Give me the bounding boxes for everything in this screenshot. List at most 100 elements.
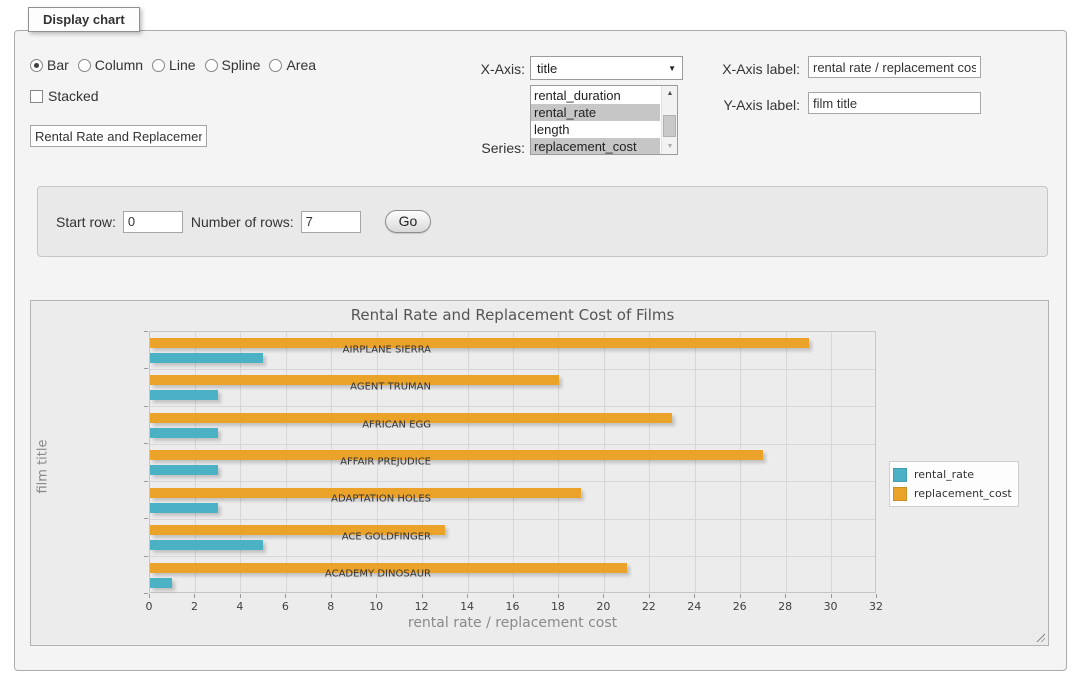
legend-item-rental_rate: rental_rate	[893, 465, 1012, 484]
num-rows-label: Number of rows:	[191, 214, 294, 230]
chart-title-input[interactable]	[30, 125, 207, 147]
category-label: AIRPLANE SIERRA	[343, 344, 431, 355]
radio-label: Line	[169, 57, 195, 73]
legend-label: rental_rate	[914, 468, 974, 481]
radio-icon[interactable]	[269, 59, 282, 72]
y-tick	[144, 593, 148, 594]
start-row-input[interactable]	[123, 211, 183, 233]
chart-title: Rental Rate and Replacement Cost of Film…	[149, 306, 876, 324]
x-tick	[603, 594, 604, 598]
x-tick-label: 22	[642, 600, 656, 613]
bar-rental_rate	[150, 578, 172, 588]
gridline	[786, 332, 787, 592]
y-tick	[144, 406, 148, 407]
series-option-rental_rate[interactable]: rental_rate	[531, 104, 660, 121]
scrollbar-thumb[interactable]	[663, 115, 676, 137]
x-tick	[694, 594, 695, 598]
gridline	[649, 332, 650, 592]
x-tick-label: 12	[415, 600, 429, 613]
gridline	[286, 332, 287, 592]
gridline	[150, 556, 875, 557]
x-tick	[649, 594, 650, 598]
category-label: AFRICAN EGG	[362, 419, 431, 430]
x-tick	[422, 594, 423, 598]
category-label: ADAPTATION HOLES	[331, 494, 431, 505]
radio-icon[interactable]	[78, 59, 91, 72]
chart-type-radio-area[interactable]: Area	[269, 57, 316, 73]
series-option-length[interactable]: length	[531, 121, 660, 138]
stacked-checkbox[interactable]	[30, 90, 43, 103]
bar-rental_rate	[150, 465, 218, 475]
y-tick	[144, 518, 148, 519]
radio-icon[interactable]	[30, 59, 43, 72]
gridline	[240, 332, 241, 592]
x-tick	[513, 594, 514, 598]
chart-type-radio-bar[interactable]: Bar	[30, 57, 69, 73]
x-tick	[285, 594, 286, 598]
y-tick	[144, 368, 148, 369]
x-tick-label: 4	[236, 600, 243, 613]
x-tick-label: 16	[506, 600, 520, 613]
x-axis-select[interactable]: title ▼	[530, 56, 683, 80]
y-axis-label-caption: Y-Axis label:	[690, 97, 800, 113]
gridline	[195, 332, 196, 592]
category-label: ACADEMY DINOSAUR	[325, 569, 431, 580]
gridline	[150, 444, 875, 445]
legend-item-replacement_cost: replacement_cost	[893, 484, 1012, 503]
x-tick-label: 32	[869, 600, 883, 613]
x-tick-label: 28	[778, 600, 792, 613]
x-tick	[376, 594, 377, 598]
scroll-up-icon[interactable]: ▲	[662, 86, 678, 101]
series-scrollbar[interactable]: ▲ ▼	[661, 86, 677, 154]
chart-type-radio-column[interactable]: Column	[78, 57, 143, 73]
gridline	[150, 369, 875, 370]
radio-icon[interactable]	[205, 59, 218, 72]
y-tick	[144, 443, 148, 444]
legend-swatch	[893, 487, 907, 501]
page: Display chart BarColumnLineSplineArea St…	[0, 0, 1081, 681]
y-axis-label-input[interactable]	[808, 92, 981, 114]
gridline	[150, 519, 875, 520]
radio-label: Column	[95, 57, 143, 73]
legend-label: replacement_cost	[914, 487, 1012, 500]
chart-type-radio-line[interactable]: Line	[152, 57, 195, 73]
x-tick	[467, 594, 468, 598]
y-tick	[144, 481, 148, 482]
gridline	[331, 332, 332, 592]
bar-replacement_cost	[150, 338, 809, 348]
x-axis-select-label: X-Axis:	[420, 61, 525, 77]
gridline	[558, 332, 559, 592]
gridline	[150, 481, 875, 482]
x-axis-selected-value: title	[537, 61, 557, 76]
x-axis-title: rental rate / replacement cost	[149, 615, 876, 631]
go-button[interactable]: Go	[385, 210, 432, 233]
x-tick-label: 10	[369, 600, 383, 613]
plot-area	[149, 331, 876, 593]
x-tick	[740, 594, 741, 598]
series-list-label: Series:	[420, 140, 525, 156]
resize-grip-icon[interactable]	[1035, 632, 1045, 642]
radio-icon[interactable]	[152, 59, 165, 72]
stacked-checkbox-row[interactable]: Stacked	[30, 88, 99, 104]
series-option-rental_duration[interactable]: rental_duration	[531, 87, 660, 104]
scroll-down-icon[interactable]: ▼	[662, 139, 678, 154]
series-option-replacement_cost[interactable]: replacement_cost	[531, 138, 660, 155]
legend-swatch	[893, 468, 907, 482]
x-axis-label-caption: X-Axis label:	[690, 61, 800, 77]
radio-label: Area	[286, 57, 316, 73]
category-label: AFFAIR PREJUDICE	[340, 457, 431, 468]
x-tick	[331, 594, 332, 598]
num-rows-input[interactable]	[301, 211, 361, 233]
x-tick-label: 14	[460, 600, 474, 613]
category-label: AGENT TRUMAN	[350, 382, 431, 393]
radio-label: Spline	[222, 57, 261, 73]
bar-rental_rate	[150, 353, 263, 363]
chart-type-radio-group: Bar Column Line Spline Area	[30, 57, 325, 73]
gridline	[831, 332, 832, 592]
x-tick	[831, 594, 832, 598]
x-tick	[558, 594, 559, 598]
chart-type-radio-spline[interactable]: Spline	[205, 57, 261, 73]
series-listbox[interactable]: rental_durationrental_ratelengthreplacem…	[530, 85, 678, 155]
x-axis-label-input[interactable]	[808, 56, 981, 78]
y-tick	[144, 556, 148, 557]
